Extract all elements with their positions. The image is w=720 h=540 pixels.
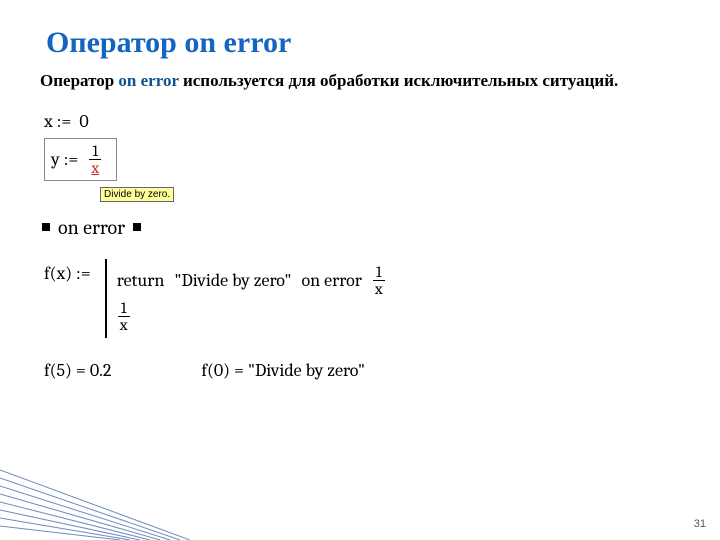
function-definition: f(x) := return "Divide by zero" on error… xyxy=(44,259,680,338)
intro-post: используется для обработки исключительны… xyxy=(179,71,619,90)
title-keyword: on error xyxy=(184,26,291,59)
fdef-row1: return "Divide by zero" on error 1 x xyxy=(117,264,386,297)
row2-den: x xyxy=(117,317,131,333)
row1-den: x xyxy=(372,281,386,297)
fdef-body: return "Divide by zero" on error 1 x 1 x xyxy=(105,259,386,338)
return-keyword: return xyxy=(117,270,165,291)
placeholder-icon xyxy=(133,223,141,231)
result-b: f(0) = "Divide by zero" xyxy=(201,360,365,381)
onerror-keyword: on error xyxy=(302,270,362,291)
row1-num: 1 xyxy=(373,264,385,281)
error-tooltip: Divide by zero. xyxy=(100,187,174,202)
placeholder-icon xyxy=(42,223,50,231)
eq2-num: 1 xyxy=(89,143,101,160)
stub-label: on error xyxy=(58,216,125,239)
page-number: 31 xyxy=(694,518,706,530)
intro-pre: Оператор xyxy=(40,71,118,90)
result-a: f(5) = 0.2 xyxy=(44,360,111,381)
row1-fraction: 1 x xyxy=(372,264,386,297)
eq2-fraction: 1 x xyxy=(88,143,102,176)
intro-paragraph: Оператор on error используется для обраб… xyxy=(40,70,680,93)
row2-fraction: 1 x xyxy=(117,300,131,333)
onerror-stub: on error xyxy=(42,216,680,239)
results-row: f(5) = 0.2 f(0) = "Divide by zero" xyxy=(44,360,680,381)
eq2-lhs: y := xyxy=(51,149,78,170)
intro-operator: on error xyxy=(118,71,178,90)
eq1-rhs: 0 xyxy=(79,111,88,132)
eq2-den-error: x xyxy=(88,160,102,176)
eq1-lhs: x := xyxy=(44,111,71,132)
return-value: "Divide by zero" xyxy=(174,270,291,291)
eq-x-assign: x := 0 xyxy=(44,111,680,132)
eq-y-boxed: y := 1 x xyxy=(44,138,117,181)
fdef-row2: 1 x xyxy=(117,300,386,333)
decorative-lines xyxy=(0,430,190,540)
title-ru: Оператор xyxy=(46,26,184,59)
fdef-lhs: f(x) := xyxy=(44,259,91,284)
row2-num: 1 xyxy=(118,300,130,317)
slide-title: Оператор on error xyxy=(46,26,680,60)
